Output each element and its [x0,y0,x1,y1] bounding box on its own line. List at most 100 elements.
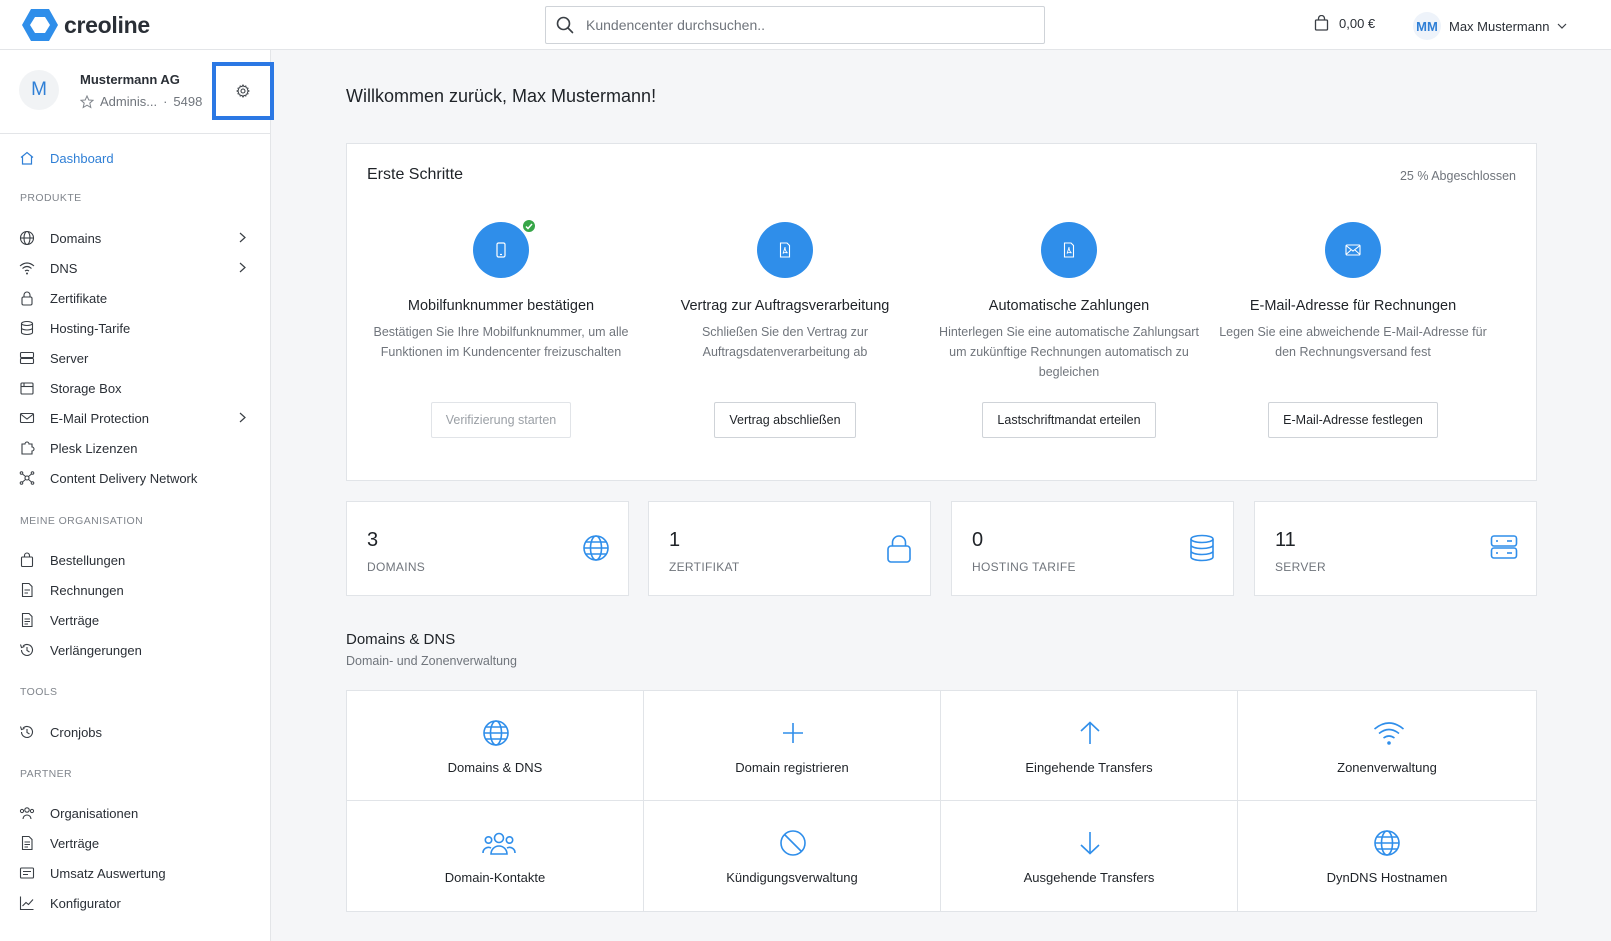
tile-label: Domain-Kontakte [444,870,546,885]
creoline-logo-icon [22,9,58,41]
step-description: Schließen Sie den Vertrag zur Auftragsda… [701,325,869,359]
user-name: Max Mustermann [1449,18,1550,34]
step-icon-circle [757,222,813,278]
getting-started-card: Erste Schritte 25 % Abgeschlossen Mobilf… [346,143,1537,481]
search-input[interactable] [586,17,1006,33]
sidebar-item-vertraege[interactable]: Verträge [0,605,270,635]
arrow-down-icon [1080,832,1100,855]
org-settings-button[interactable] [212,62,274,120]
check-icon [521,218,537,234]
sidebar-item-server[interactable]: Server [0,343,270,373]
sidebar-item-domains[interactable]: Domains [0,223,270,253]
sidebar-item-label: Hosting-Tarife [50,320,131,336]
tile-label: Domain registrieren [735,760,849,775]
wifi-icon [19,262,35,275]
globe-icon [483,720,509,746]
sidebar-item-hosting-tarife[interactable]: Hosting-Tarife [0,313,270,343]
stat-card-server[interactable]: 11 SERVER [1254,501,1537,596]
tile-outgoing-transfers[interactable]: Ausgehende Transfers [941,801,1238,911]
org-number: 5498 [173,94,203,109]
tile-domain-register[interactable]: Domain registrieren [644,691,941,801]
domains-tiles-grid: Domains & DNS Domain registrieren Eingeh… [346,690,1537,912]
sidebar-item-label: DNS [50,260,78,276]
sidebar-item-partner-vertraege[interactable]: Verträge [0,828,270,858]
step-icon-circle [473,218,537,278]
sidebar-item-verlaengerungen[interactable]: Verlängerungen [0,635,270,665]
sidebar-section-tools: TOOLS [20,686,58,698]
sidebar-item-zertifikate[interactable]: Zertifikate [0,283,270,313]
org-role: Adminis... [100,94,158,109]
tile-label: Eingehende Transfers [1025,760,1153,775]
chevron-right-icon [239,232,246,243]
card-title: Erste Schritte [367,166,464,183]
stat-value: 0 [972,529,984,551]
sidebar-item-plesk-lizenzen[interactable]: Plesk Lizenzen [0,433,270,463]
sidebar-item-email-protection[interactable]: E-Mail Protection [0,403,270,433]
sidebar: M Mustermann AG Adminis... · 5498 Dashbo… [0,50,274,941]
sidebar-item-dashboard[interactable]: Dashboard [0,143,270,173]
contract-icon [21,835,33,851]
stat-card-domains[interactable]: 3 DOMAINS [346,501,629,596]
brand-logo[interactable]: creoline [22,8,150,42]
stat-card-certificates[interactable]: 1 ZERTIFIKAT [648,501,931,596]
tile-label: Kündigungsverwaltung [726,870,858,885]
tile-label: Domains & DNS [447,760,543,775]
stat-value: 11 [1275,529,1296,551]
wifi-icon [1373,722,1405,745]
top-bar: creoline 0,00 € MM Max Mustermann [0,0,1611,50]
start-verification-button[interactable]: Verifizierung starten [430,402,572,438]
users-icon [482,832,516,855]
chart-line-icon [19,896,34,911]
grant-direct-debit-button[interactable]: Lastschriftmandat erteilen [982,402,1156,438]
server-icon [1490,535,1518,559]
invoice-icon [21,582,33,598]
tile-dyndns-hostnames[interactable]: DynDNS Hostnamen [1238,801,1536,911]
sidebar-item-label: Storage Box [50,380,122,396]
sidebar-item-rechnungen[interactable]: Rechnungen [0,575,270,605]
organization-switcher: M Mustermann AG Adminis... · 5498 [0,50,274,134]
tile-zone-management[interactable]: Zonenverwaltung [1238,691,1536,801]
tile-domains-dns[interactable]: Domains & DNS [347,691,644,801]
database-icon [1190,534,1214,562]
network-icon [19,471,35,485]
cart-total: 0,00 € [1339,15,1376,31]
sidebar-item-bestellungen[interactable]: Bestellungen [0,545,270,575]
tile-domain-contacts[interactable]: Domain-Kontakte [347,801,644,911]
envelope-icon [1345,244,1361,256]
smartphone-icon [496,242,506,258]
org-name: Mustermann AG [80,72,180,87]
sidebar-item-cdn[interactable]: Content Delivery Network [0,463,270,493]
user-menu[interactable]: MM Max Mustermann [1413,12,1567,40]
sidebar-item-cronjobs[interactable]: Cronjobs [0,717,270,747]
step-description: Bestätigen Sie Ihre Mobilfunknummer, um … [373,325,629,359]
tile-incoming-transfers[interactable]: Eingehende Transfers [941,691,1238,801]
sidebar-section-partner: PARTNER [20,768,73,780]
step-data-processing-contract: Vertrag zur Auftragsverarbeitung Schließ… [639,222,931,438]
brand-name: creoline [64,11,150,38]
mail-icon [19,412,35,424]
stat-card-hosting[interactable]: 0 HOSTING TARIFE [951,501,1234,596]
contract-icon [21,612,33,628]
sidebar-item-label: Cronjobs [50,724,103,740]
step-title: Automatische Zahlungen [988,298,1150,314]
search-box[interactable] [545,6,1045,44]
step-description: Hinterlegen Sie eine automatische Zahlun… [939,325,1199,379]
sidebar-item-storage-box[interactable]: Storage Box [0,373,270,403]
sidebar-item-konfigurator[interactable]: Konfigurator [0,888,270,918]
report-icon [19,867,35,879]
sign-contract-button[interactable]: Vertrag abschließen [714,402,856,438]
globe-icon [1374,830,1400,856]
set-invoice-email-button[interactable]: E-Mail-Adresse festlegen [1268,402,1438,438]
sidebar-item-label: Bestellungen [50,552,126,568]
globe-icon [19,230,35,246]
stat-label: ZERTIFIKAT [669,560,740,574]
step-icon-circle [1325,222,1381,278]
section-title: Domains & DNS [346,631,456,648]
sidebar-item-umsatz-auswertung[interactable]: Umsatz Auswertung [0,858,270,888]
cart-button[interactable]: 0,00 € [1314,15,1375,31]
sidebar-item-organisationen[interactable]: Organisationen [0,798,270,828]
ban-icon [780,830,806,856]
tile-cancellation-management[interactable]: Kündigungsverwaltung [644,801,941,911]
sidebar-item-dns[interactable]: DNS [0,253,270,283]
section-subtitle: Domain- und Zonenverwaltung [346,654,517,668]
